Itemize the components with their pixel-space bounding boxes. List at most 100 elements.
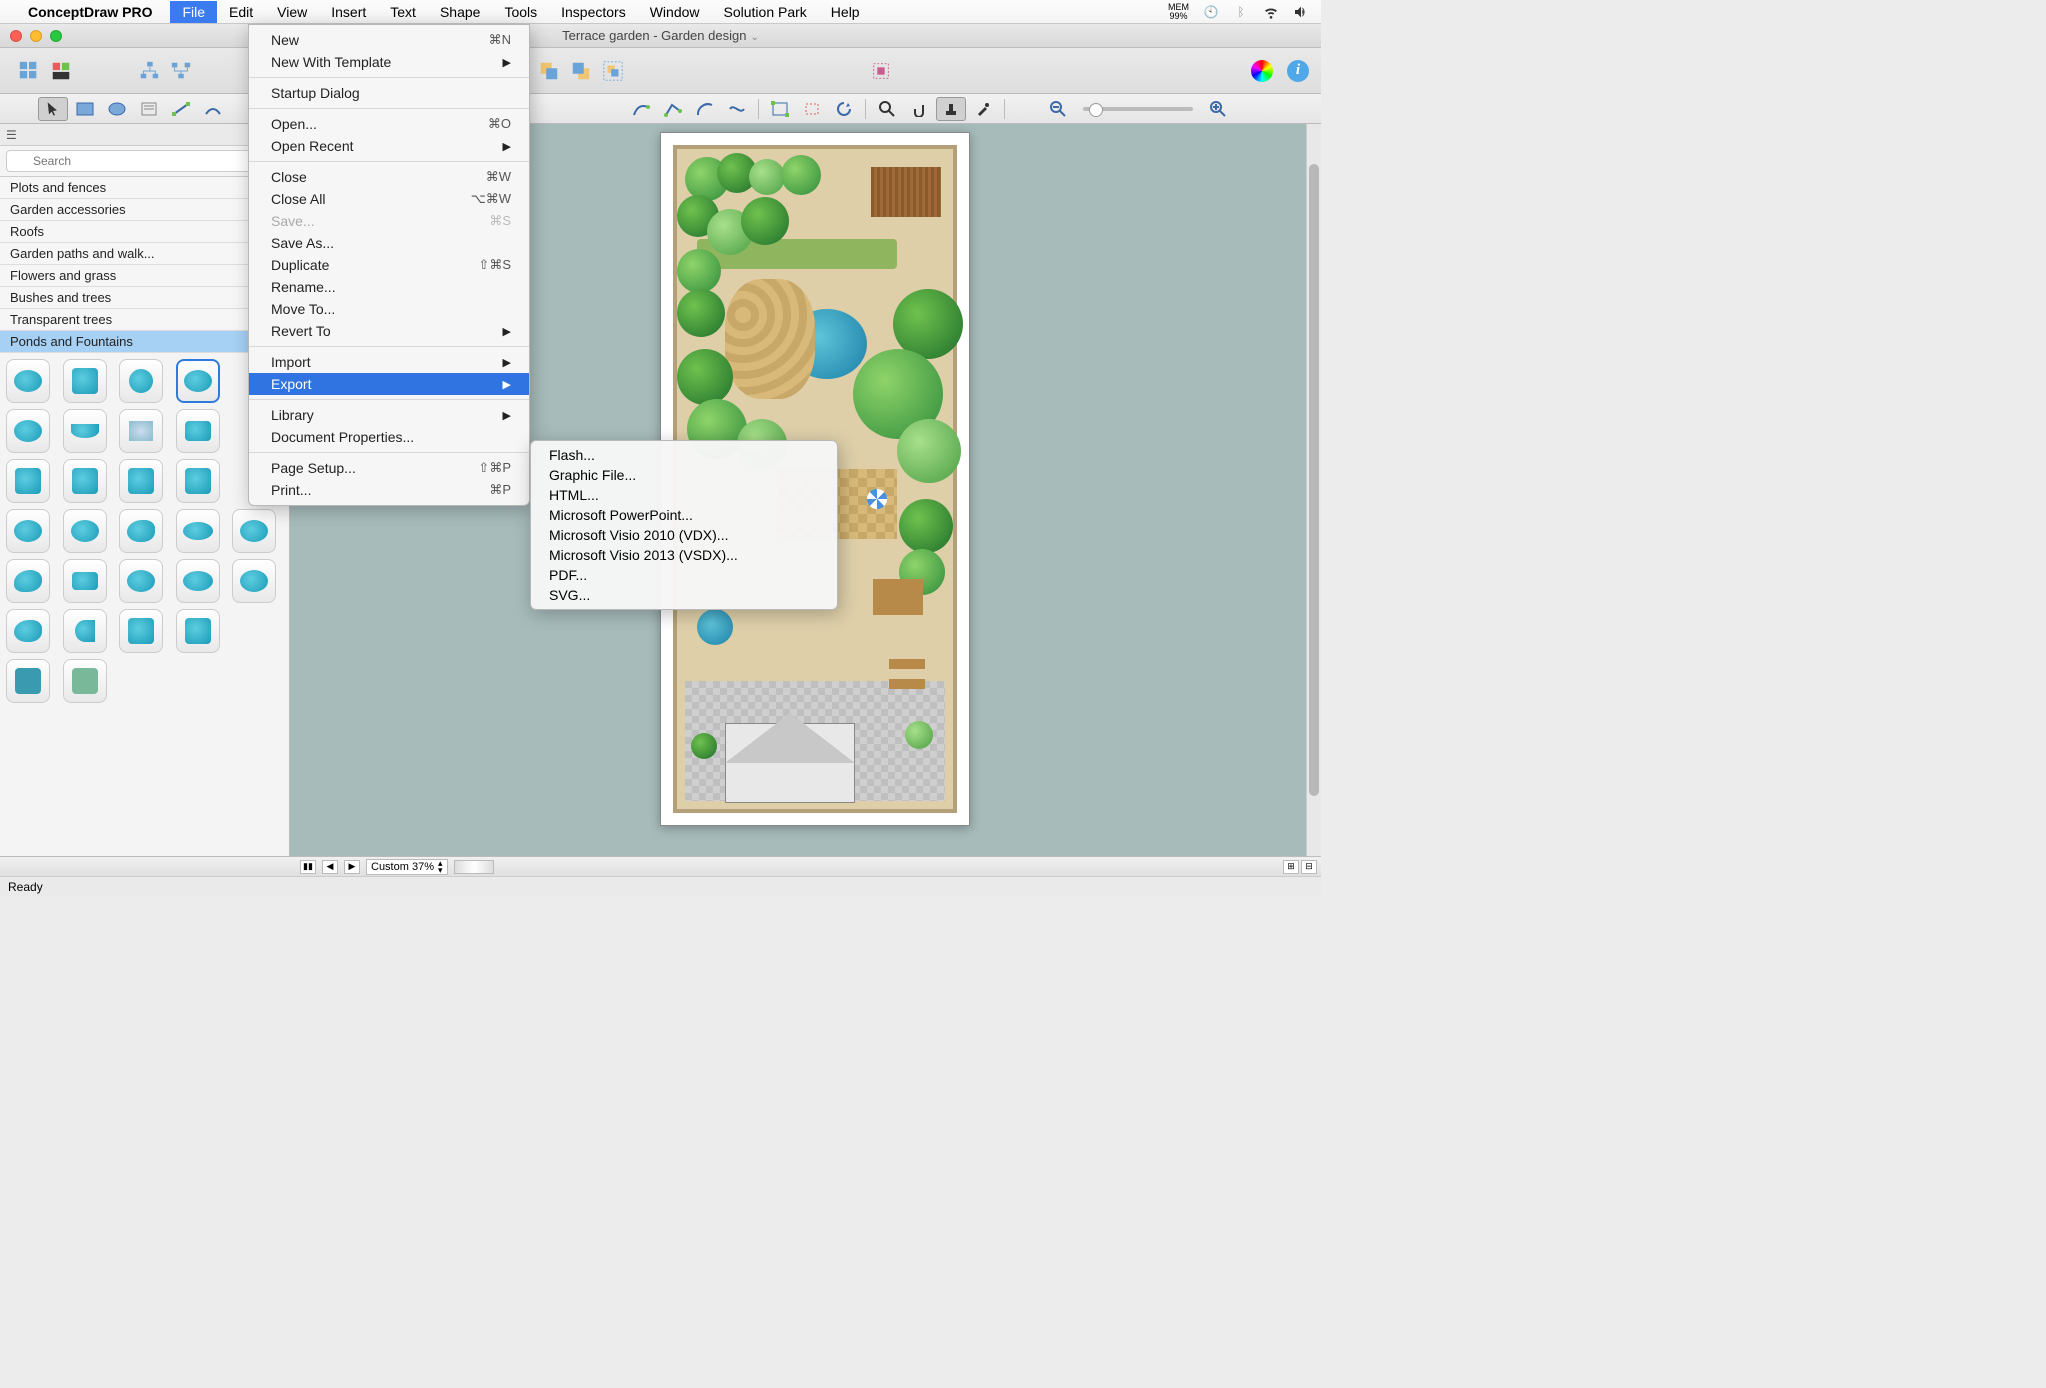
zoom-slider[interactable] bbox=[1083, 107, 1193, 111]
menu-shape[interactable]: Shape bbox=[428, 1, 492, 23]
menu-item-open[interactable]: Open...⌘O bbox=[249, 113, 529, 135]
tree-shape[interactable] bbox=[677, 349, 733, 405]
grid-view-icon[interactable] bbox=[14, 56, 44, 86]
zoom-tool[interactable] bbox=[872, 97, 902, 121]
menu-item-new[interactable]: New⌘N bbox=[249, 29, 529, 51]
crop-tool[interactable] bbox=[797, 97, 827, 121]
color-picker-button[interactable] bbox=[1247, 56, 1277, 86]
line-tool[interactable] bbox=[166, 97, 196, 121]
category-bushes-trees[interactable]: Bushes and trees bbox=[0, 287, 289, 309]
shape-pond-half[interactable] bbox=[63, 409, 107, 453]
stamp-tool[interactable] bbox=[936, 97, 966, 121]
planter-shape[interactable] bbox=[905, 721, 933, 749]
rectangle-tool[interactable] bbox=[70, 97, 100, 121]
scrollbar-thumb[interactable] bbox=[1309, 164, 1319, 796]
view-mode-1[interactable]: ⊞ bbox=[1283, 860, 1299, 874]
pool-shape[interactable] bbox=[697, 609, 733, 645]
shape-pond-rect[interactable] bbox=[176, 409, 220, 453]
shape-pond-round-7[interactable] bbox=[232, 559, 276, 603]
menu-item-rename[interactable]: Rename... bbox=[249, 276, 529, 298]
menu-item-document-properties[interactable]: Document Properties... bbox=[249, 426, 529, 448]
zoom-selector[interactable]: Custom 37% ▴▾ bbox=[366, 859, 448, 875]
edit-points-tool[interactable] bbox=[765, 97, 795, 121]
slider-handle[interactable] bbox=[454, 860, 494, 874]
menu-item-export[interactable]: Export▶ bbox=[249, 373, 529, 395]
window-close-button[interactable] bbox=[10, 30, 22, 42]
eyedropper-tool[interactable] bbox=[968, 97, 998, 121]
tree-shape[interactable] bbox=[749, 159, 785, 195]
menu-item-close[interactable]: Close⌘W bbox=[249, 166, 529, 188]
shape-pond-round-6[interactable] bbox=[119, 559, 163, 603]
page-next-button[interactable]: ▶ bbox=[344, 860, 360, 874]
bluetooth-icon[interactable]: ᛒ bbox=[1233, 4, 1249, 20]
tree-shape[interactable] bbox=[897, 419, 961, 483]
tree-shape[interactable] bbox=[741, 197, 789, 245]
text-tool[interactable] bbox=[134, 97, 164, 121]
memory-indicator[interactable]: MEM 99% bbox=[1168, 3, 1189, 21]
menu-window[interactable]: Window bbox=[638, 1, 712, 23]
category-garden-accessories[interactable]: Garden accessories bbox=[0, 199, 289, 221]
menu-item-revert-to[interactable]: Revert To▶ bbox=[249, 320, 529, 342]
shape-pond-oval-2[interactable] bbox=[176, 559, 220, 603]
export-item-html[interactable]: HTML... bbox=[531, 485, 837, 505]
zoom-out-button[interactable] bbox=[1043, 97, 1073, 121]
shape-pond-blob[interactable] bbox=[119, 509, 163, 553]
arc-tool[interactable] bbox=[690, 97, 720, 121]
menu-file[interactable]: File bbox=[170, 1, 217, 23]
page-prev-button[interactable]: ◀ bbox=[322, 860, 338, 874]
menu-item-startup-dialog[interactable]: Startup Dialog bbox=[249, 82, 529, 104]
app-name[interactable]: ConceptDraw PRO bbox=[28, 4, 152, 20]
shape-pond-l1[interactable] bbox=[6, 459, 50, 503]
shape-pond-l3[interactable] bbox=[119, 459, 163, 503]
shape-pond-l4[interactable] bbox=[176, 459, 220, 503]
planter-shape[interactable] bbox=[691, 733, 717, 759]
rotate-tool[interactable] bbox=[829, 97, 859, 121]
shape-pond-round-5[interactable] bbox=[232, 509, 276, 553]
category-garden-paths[interactable]: Garden paths and walk... bbox=[0, 243, 289, 265]
document-title[interactable]: Terrace garden - Garden design⌄ bbox=[562, 28, 759, 43]
shape-pond-crescent[interactable] bbox=[63, 609, 107, 653]
shape-pond-free[interactable] bbox=[6, 609, 50, 653]
clock-icon[interactable]: 🕙 bbox=[1203, 4, 1219, 20]
menu-item-save[interactable]: Save...⌘S bbox=[249, 210, 529, 232]
shape-texture-2[interactable] bbox=[63, 659, 107, 703]
window-minimize-button[interactable] bbox=[30, 30, 42, 42]
menu-item-open-recent[interactable]: Open Recent▶ bbox=[249, 135, 529, 157]
tree-shape[interactable] bbox=[781, 155, 821, 195]
curve-tool[interactable] bbox=[626, 97, 656, 121]
polyline-tool[interactable] bbox=[658, 97, 688, 121]
hand-tool[interactable] bbox=[904, 97, 934, 121]
selection-extents-icon[interactable] bbox=[866, 56, 896, 86]
ellipse-tool[interactable] bbox=[102, 97, 132, 121]
shape-fountain-spray[interactable] bbox=[119, 409, 163, 453]
shape-pond-sq-2[interactable] bbox=[119, 609, 163, 653]
menu-insert[interactable]: Insert bbox=[319, 1, 378, 23]
search-input[interactable] bbox=[6, 150, 283, 172]
export-item-svg[interactable]: SVG... bbox=[531, 585, 837, 605]
outline-icon[interactable]: ☰ bbox=[6, 128, 17, 142]
menu-view[interactable]: View bbox=[265, 1, 319, 23]
color-squares-icon[interactable] bbox=[46, 56, 76, 86]
menu-text[interactable]: Text bbox=[378, 1, 428, 23]
category-roofs[interactable]: Roofs bbox=[0, 221, 289, 243]
wifi-icon[interactable] bbox=[1263, 4, 1279, 20]
shape-pond[interactable] bbox=[6, 409, 50, 453]
shape-pond-rect-2[interactable] bbox=[63, 559, 107, 603]
roof-shape[interactable] bbox=[725, 713, 855, 763]
menu-inspectors[interactable]: Inspectors bbox=[549, 1, 638, 23]
page-pause-button[interactable]: ▮▮ bbox=[300, 860, 316, 874]
volume-icon[interactable] bbox=[1293, 4, 1309, 20]
send-back-icon[interactable] bbox=[534, 56, 564, 86]
menu-item-close-all[interactable]: Close All⌥⌘W bbox=[249, 188, 529, 210]
menu-edit[interactable]: Edit bbox=[217, 1, 265, 23]
shape-pond-square[interactable] bbox=[63, 359, 107, 403]
bring-front-icon[interactable] bbox=[566, 56, 596, 86]
export-item-microsoft-visio-2013-vsdx[interactable]: Microsoft Visio 2013 (VSDX)... bbox=[531, 545, 837, 565]
menu-item-import[interactable]: Import▶ bbox=[249, 351, 529, 373]
export-item-graphic-file[interactable]: Graphic File... bbox=[531, 465, 837, 485]
menu-solution-park[interactable]: Solution Park bbox=[712, 1, 819, 23]
table-shape[interactable] bbox=[873, 579, 923, 615]
view-mode-2[interactable]: ⊟ bbox=[1301, 860, 1317, 874]
export-item-microsoft-powerpoint[interactable]: Microsoft PowerPoint... bbox=[531, 505, 837, 525]
shape-pond-sq-3[interactable] bbox=[176, 609, 220, 653]
